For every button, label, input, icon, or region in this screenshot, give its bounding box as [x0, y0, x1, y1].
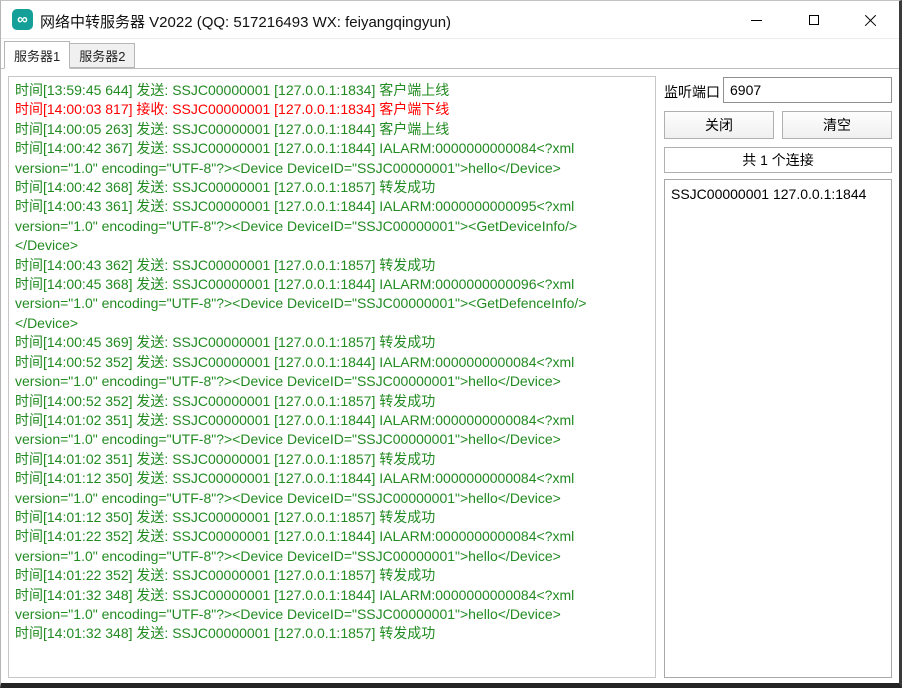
log-entry: 时间[14:01:12 350] 发送: SSJC00000001 [127.0… — [15, 508, 637, 527]
log-entry: 时间[13:59:45 644] 发送: SSJC00000001 [127.0… — [15, 81, 637, 100]
log-entry: 时间[14:00:43 362] 发送: SSJC00000001 [127.0… — [15, 256, 637, 275]
clear-log-button[interactable]: 清空 — [782, 111, 892, 139]
minimize-button[interactable] — [728, 1, 785, 39]
tab-server-1[interactable]: 服务器1 — [4, 41, 70, 69]
log-entry: 时间[14:00:45 369] 发送: SSJC00000001 [127.0… — [15, 333, 637, 352]
close-window-button[interactable] — [842, 1, 899, 39]
log-entry: 时间[14:00:52 352] 发送: SSJC00000001 [127.0… — [15, 392, 637, 411]
close-icon — [864, 14, 877, 27]
connection-item[interactable]: SSJC00000001 127.0.0.1:1844 — [671, 184, 885, 204]
app-window: ∞ 网络中转服务器 V2022 (QQ: 517216493 WX: feiya… — [0, 0, 902, 688]
maximize-button[interactable] — [785, 1, 842, 39]
log-entry: 时间[14:01:22 352] 发送: SSJC00000001 [127.0… — [15, 566, 637, 585]
log-entry: 时间[14:00:52 352] 发送: SSJC00000001 [127.0… — [15, 353, 637, 392]
log-entry: 时间[14:01:32 348] 发送: SSJC00000001 [127.0… — [15, 624, 637, 643]
log-entry: 时间[14:00:42 368] 发送: SSJC00000001 [127.0… — [15, 178, 637, 197]
title-bar: ∞ 网络中转服务器 V2022 (QQ: 517216493 WX: feiya… — [1, 1, 899, 39]
log-entry: 时间[14:00:43 361] 发送: SSJC00000001 [127.0… — [15, 197, 637, 255]
tab-bar: 服务器1服务器2 — [1, 40, 899, 69]
log-textarea[interactable]: 时间[13:59:45 644] 发送: SSJC00000001 [127.0… — [8, 76, 656, 678]
window-controls — [728, 1, 899, 39]
log-entry: 时间[14:00:45 368] 发送: SSJC00000001 [127.0… — [15, 275, 637, 333]
connection-count-label: 共 1 个连接 — [664, 147, 892, 173]
listen-port-label: 监听端口 — [664, 82, 720, 102]
listen-port-input[interactable] — [723, 77, 892, 103]
log-entry: 时间[14:00:05 263] 发送: SSJC00000001 [127.0… — [15, 120, 637, 139]
close-server-button[interactable]: 关闭 — [664, 111, 774, 139]
log-entry: 时间[14:01:02 351] 发送: SSJC00000001 [127.0… — [15, 450, 637, 469]
log-entry: 时间[14:01:32 348] 发送: SSJC00000001 [127.0… — [15, 586, 637, 625]
maximize-icon — [809, 15, 819, 25]
connection-list[interactable]: SSJC00000001 127.0.0.1:1844 — [664, 179, 892, 678]
tab-server-2[interactable]: 服务器2 — [69, 43, 135, 68]
log-entry: 时间[14:00:03 817] 接收: SSJC00000001 [127.0… — [15, 100, 637, 119]
log-entry: 时间[14:00:42 367] 发送: SSJC00000001 [127.0… — [15, 139, 637, 178]
app-logo-icon: ∞ — [12, 9, 33, 30]
minimize-icon — [751, 20, 762, 21]
log-entry: 时间[14:01:02 351] 发送: SSJC00000001 [127.0… — [15, 411, 637, 450]
log-entry: 时间[14:01:22 352] 发送: SSJC00000001 [127.0… — [15, 527, 637, 566]
log-entry: 时间[14:01:12 350] 发送: SSJC00000001 [127.0… — [15, 469, 637, 508]
window-title: 网络中转服务器 V2022 (QQ: 517216493 WX: feiyang… — [40, 11, 451, 32]
